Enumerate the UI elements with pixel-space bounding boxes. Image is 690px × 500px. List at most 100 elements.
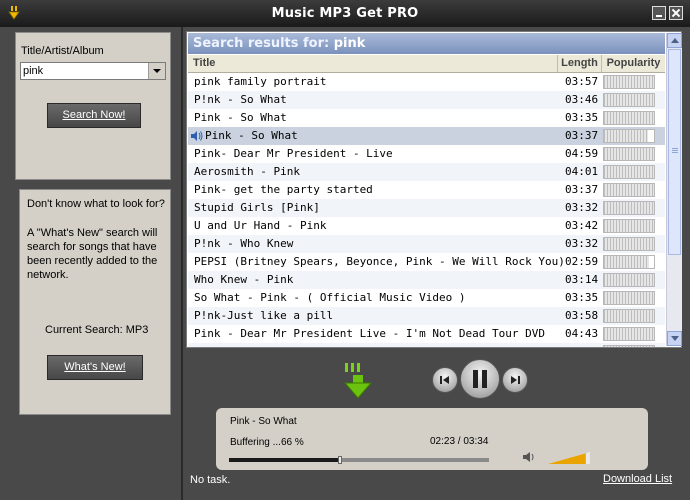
results-list: Search results for: pink Title Length Po…: [186, 31, 682, 348]
table-row[interactable]: Pink- get the party started 03:37: [188, 181, 665, 199]
column-headers: Title Length Popularity: [188, 55, 665, 73]
popularity-bar: [603, 147, 655, 161]
time-display: 02:23 / 03:34: [430, 436, 489, 447]
table-row[interactable]: Pink - So What 03:37: [188, 127, 665, 145]
table-row[interactable]: Stupid Girls [Pink] 03:32: [188, 199, 665, 217]
row-title: Pink - So What: [205, 129, 298, 142]
close-button[interactable]: [669, 6, 683, 20]
popularity-bar: [603, 255, 655, 269]
row-length: 03:37: [565, 129, 599, 142]
progress-handle[interactable]: [338, 456, 343, 464]
pause-button[interactable]: [460, 359, 500, 399]
row-length: 03:57: [565, 75, 599, 88]
column-header-title[interactable]: Title: [188, 55, 558, 72]
table-row[interactable]: Pink - Dear Mr President Live - I'm Not …: [188, 325, 665, 343]
popularity-bar: [603, 165, 655, 179]
popularity-fill: [604, 112, 654, 124]
search-label: Title/Artist/Album: [21, 45, 104, 57]
popularity-fill: [604, 202, 654, 214]
download-list-link[interactable]: Download List: [603, 473, 672, 485]
now-playing-panel: Pink - So What Buffering ...66 % 02:23 /…: [216, 408, 648, 470]
popularity-bar: [603, 129, 655, 143]
buffer-status: Buffering ...66 %: [230, 437, 304, 448]
popularity-fill: [604, 346, 654, 347]
row-title: Stupid Girls [Pink]: [194, 201, 320, 214]
popularity-fill: [604, 76, 654, 88]
results-scrollbar[interactable]: [666, 33, 682, 346]
row-length: 03:35: [565, 291, 599, 304]
whats-new-button[interactable]: What's New!: [47, 355, 143, 380]
current-search-label: Current Search: MP3: [45, 324, 149, 336]
popularity-fill: [604, 310, 654, 322]
table-row[interactable]: So What - Pink - ( Official Music Video …: [188, 289, 665, 307]
speaker-icon[interactable]: [522, 451, 536, 463]
row-title: Pink- get the party started: [194, 183, 373, 196]
chevron-down-icon[interactable]: [148, 63, 165, 79]
table-row[interactable]: Who Knew - Pink 03:14: [188, 271, 665, 289]
search-now-button[interactable]: Search Now!: [47, 103, 141, 128]
next-track-button[interactable]: [502, 367, 528, 393]
popularity-bar: [603, 237, 655, 251]
row-title: Who Knew - Pink: [194, 273, 294, 286]
row-title: U and Ur Hand - Pink: [194, 219, 327, 232]
results-header-label: Search results for:: [193, 36, 330, 51]
popularity-bar: [603, 345, 655, 347]
table-row[interactable]: Pink - Family Portrait (DVD Rip) 03:49: [188, 343, 665, 347]
app-title: Music MP3 Get PRO: [271, 6, 419, 21]
row-title: Pink - Family Portrait (DVD Rip): [194, 343, 406, 347]
row-length: 03:58: [565, 309, 599, 322]
whats-new-description: A "What's New" search will search for so…: [27, 227, 158, 281]
row-length: 03:42: [565, 219, 599, 232]
row-length: 04:01: [565, 165, 599, 178]
popularity-fill: [604, 238, 654, 250]
popularity-fill: [604, 148, 654, 160]
table-row[interactable]: P!nk - Who Knew 03:32: [188, 235, 665, 253]
skip-back-icon: [440, 376, 449, 384]
scroll-up-icon[interactable]: [667, 33, 682, 48]
popularity-bar: [603, 75, 655, 89]
row-title: Pink - Dear Mr President Live - I'm Not …: [194, 327, 545, 340]
table-row[interactable]: Pink- Dear Mr President - Live 04:59: [188, 145, 665, 163]
popularity-bar: [603, 309, 655, 323]
download-arrow-icon[interactable]: [343, 361, 375, 399]
row-length: 03:35: [565, 111, 599, 124]
popularity-fill: [604, 292, 654, 304]
row-title: P!nk - So What: [194, 93, 287, 106]
search-combobox[interactable]: [20, 62, 166, 80]
search-input[interactable]: [23, 63, 145, 79]
table-row[interactable]: pink family portrait 03:57: [188, 73, 665, 91]
progress-fill: [229, 458, 341, 462]
row-length: 04:43: [565, 327, 599, 340]
column-header-length[interactable]: Length: [558, 55, 602, 72]
left-panel: Title/Artist/Album Search Now! Don't kno…: [0, 27, 183, 500]
row-length: 03:14: [565, 273, 599, 286]
table-row[interactable]: Aerosmith - Pink 04:01: [188, 163, 665, 181]
popularity-fill: [604, 328, 654, 340]
scrollbar-thumb[interactable]: [668, 49, 681, 255]
results-header: Search results for: pink: [188, 33, 665, 54]
scroll-down-icon[interactable]: [667, 331, 682, 346]
table-row[interactable]: P!nk - So What 03:46: [188, 91, 665, 109]
progress-bar[interactable]: [229, 456, 489, 464]
column-header-popularity[interactable]: Popularity: [602, 55, 665, 72]
row-length: 03:49: [565, 343, 598, 347]
popularity-bar: [603, 111, 655, 125]
popularity-fill: [604, 256, 649, 268]
table-row[interactable]: P!nk-Just like a pill 03:58: [188, 307, 665, 325]
popularity-fill: [604, 220, 654, 232]
popularity-bar: [603, 219, 655, 233]
whats-new-group: Don't know what to look for? A "What's N…: [19, 189, 171, 415]
row-title: P!nk - Who Knew: [194, 237, 294, 250]
table-row[interactable]: PEPSI (Britney Spears, Beyonce, Pink - W…: [188, 253, 665, 271]
volume-slider[interactable]: [548, 452, 590, 464]
table-row[interactable]: Pink - So What 03:35: [188, 109, 665, 127]
popularity-bar: [603, 93, 655, 107]
popularity-bar: [603, 291, 655, 305]
table-row[interactable]: U and Ur Hand - Pink 03:42: [188, 217, 665, 235]
now-playing-track: Pink - So What: [230, 416, 297, 427]
minimize-button[interactable]: [652, 6, 666, 20]
row-title: PEPSI (Britney Spears, Beyonce, Pink - W…: [194, 255, 565, 268]
popularity-fill: [604, 166, 654, 178]
previous-track-button[interactable]: [432, 367, 458, 393]
app-download-icon: [8, 6, 20, 20]
